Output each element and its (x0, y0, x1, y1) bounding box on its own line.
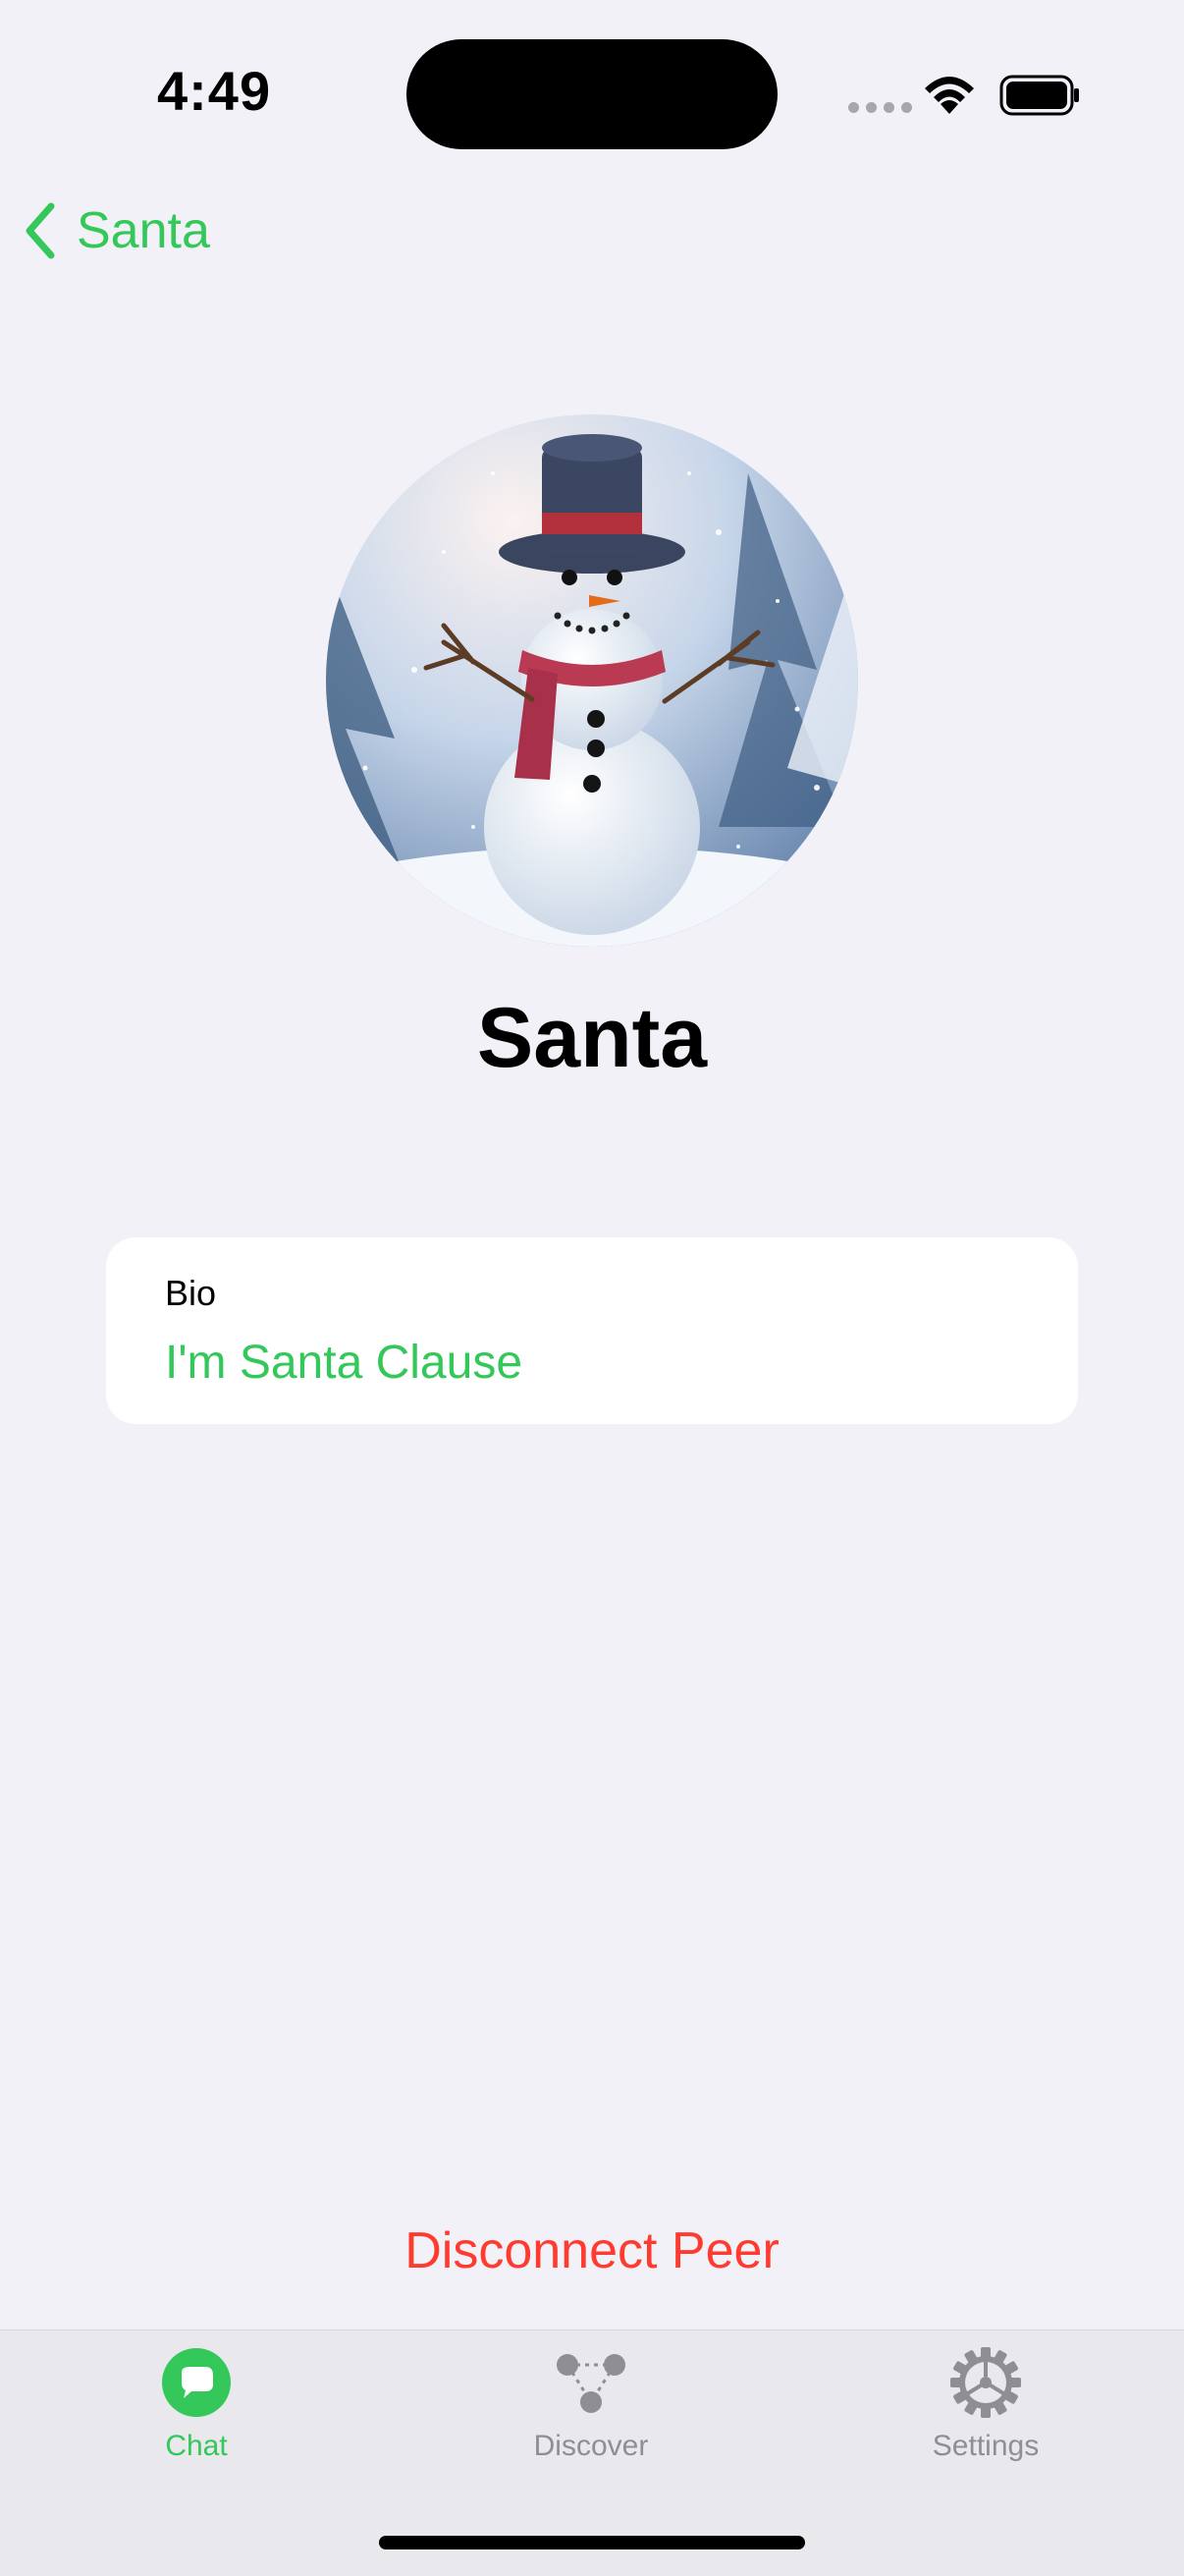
back-button-label: Santa (77, 202, 210, 259)
dynamic-island (406, 39, 778, 149)
cellular-signal-icon (848, 102, 912, 113)
chat-bubble-icon (162, 2348, 231, 2417)
bio-value: I'm Santa Clause (165, 1337, 523, 1389)
tab-settings-label: Settings (932, 2430, 1040, 2462)
profile-name: Santa (476, 991, 708, 1085)
tab-chat[interactable]: Chat (79, 2347, 314, 2463)
tab-settings[interactable]: Settings (868, 2347, 1103, 2463)
tab-chat-label: Chat (165, 2430, 228, 2462)
chevron-left-icon (26, 202, 55, 259)
network-nodes-icon (557, 2354, 625, 2413)
gear-icon (950, 2347, 1021, 2418)
bio-label: Bio (165, 1273, 217, 1313)
battery-icon (999, 75, 1079, 116)
home-indicator[interactable] (379, 2536, 805, 2549)
back-button[interactable]: Santa (20, 196, 210, 265)
tab-discover[interactable]: Discover (473, 2347, 709, 2463)
status-time: 4:49 (157, 60, 272, 122)
tab-discover-label: Discover (533, 2430, 649, 2462)
bio-card (106, 1237, 1078, 1424)
wifi-icon (925, 77, 974, 114)
disconnect-peer-button[interactable]: Disconnect Peer (0, 2221, 1184, 2280)
profile-avatar (326, 414, 858, 947)
